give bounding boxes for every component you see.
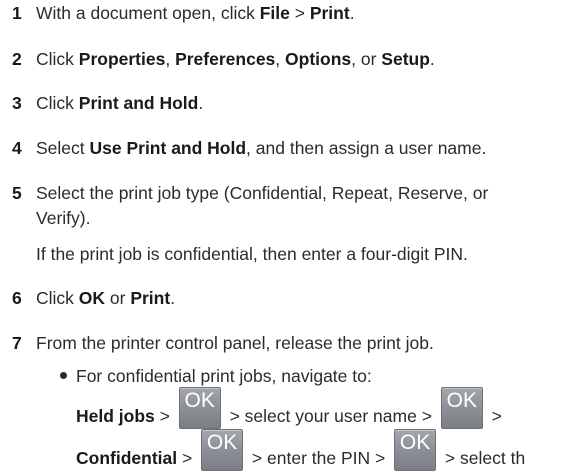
nav-path-confidential: Confidential > OK > enter the PIN > OK >… (76, 427, 525, 471)
ok-button-icon: OK (394, 429, 437, 471)
bullet-dot-icon (60, 372, 67, 379)
nav-confidential-label: Confidential (76, 448, 178, 468)
step-text-sep: or (105, 288, 131, 308)
nav-separator: > (177, 448, 198, 468)
ok-button-icon: OK (440, 387, 483, 429)
step-number: 6 (12, 288, 22, 308)
step-number: 3 (12, 93, 22, 113)
step-text-plain: Select (36, 138, 90, 158)
step-number: 4 (12, 138, 22, 158)
step-text-plain: Click (36, 93, 79, 113)
menu-file: File (259, 3, 290, 23)
option-properties: Properties (78, 49, 166, 69)
step-number: 5 (12, 183, 22, 203)
nav-separator: > (154, 406, 175, 426)
step-text-end: , and then assign a user name. (246, 138, 487, 158)
nav-held-jobs-label: Held jobs (76, 406, 155, 426)
step-number: 2 (12, 49, 22, 69)
nav-text: > enter the PIN > (247, 448, 391, 468)
nav-path-held-jobs: Held jobs > OK > select your user name >… (76, 385, 502, 429)
step-text-plain: With a document open, click (36, 3, 260, 23)
step-text-end: . (170, 288, 176, 308)
step-text: Click Print and Hold. (36, 90, 203, 116)
nav-separator: > (486, 406, 502, 426)
step-text-line-2: Verify). (36, 208, 91, 228)
step-text: Click Properties, Preferences, Options, … (36, 46, 435, 72)
option-setup: Setup (381, 49, 430, 69)
step-text-sep: , (275, 49, 286, 69)
step-text: Click OK or Print. (36, 285, 175, 311)
nav-held-jobs: Held jobs > (76, 403, 175, 429)
option-options: Options (285, 49, 352, 69)
step-text-line-1: Select the print job type (Confidential,… (36, 183, 489, 203)
option-ok: OK (78, 288, 106, 308)
ok-button-icon: OK (178, 387, 221, 429)
option-use-print-and-hold: Use Print and Hold (89, 138, 247, 158)
step-text-end: . (349, 3, 355, 23)
instruction-document: 1 With a document open, click File > Pri… (0, 0, 580, 471)
nav-text: > select th (440, 448, 526, 468)
option-print: Print (130, 288, 171, 308)
menu-print: Print (309, 3, 350, 23)
step-text: Select Use Print and Hold, and then assi… (36, 135, 486, 161)
step-text-end: . (198, 93, 204, 113)
step-text-sep: , (165, 49, 176, 69)
step-text-sep: , or (351, 49, 382, 69)
option-print-and-hold: Print and Hold (78, 93, 199, 113)
nav-text: > select your user name > (224, 406, 437, 426)
step-text: With a document open, click File > Print… (36, 0, 355, 26)
step-text: From the printer control panel, release … (36, 333, 434, 353)
step-number: 7 (12, 333, 22, 353)
step-text-end: . (429, 49, 435, 69)
step-number: 1 (12, 3, 22, 23)
step-text-plain: Click (36, 288, 79, 308)
step-text-sep: > (289, 3, 310, 23)
option-preferences: Preferences (175, 49, 276, 69)
confidential-note: If the print job is confidential, then e… (36, 244, 468, 264)
step-text-plain: Click (36, 49, 79, 69)
ok-button-icon: OK (201, 429, 244, 471)
nav-confidential: Confidential > (76, 445, 197, 471)
